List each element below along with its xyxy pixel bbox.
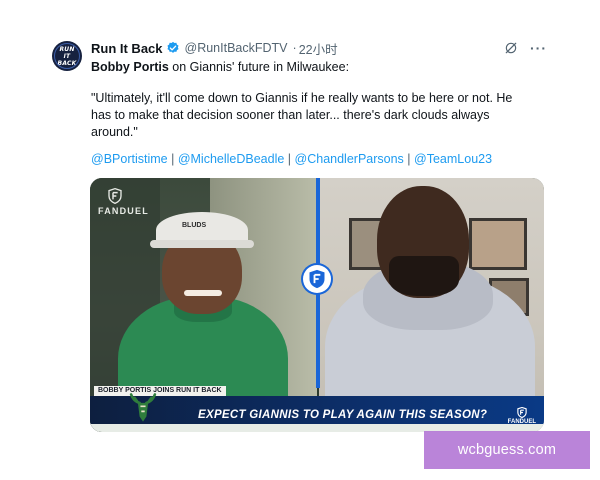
mention-link[interactable]: @TeamLou23	[414, 152, 492, 166]
tweet-card: RUN IT BACK Run It Back @RunItBackFDTV ·…	[0, 0, 600, 480]
fanduel-logo: FANDUEL	[98, 188, 149, 216]
host-beard	[389, 256, 459, 296]
guest-cap-brim	[150, 240, 254, 248]
headline-text: EXPECT GIANNIS TO PLAY AGAIN THIS SEASON…	[198, 409, 488, 421]
handle[interactable]: @RunItBackFDTV	[185, 41, 288, 55]
tweet-header: Run It Back @RunItBackFDTV · 22小时	[91, 39, 338, 58]
tweet-actions-top: ···	[504, 40, 547, 56]
mention-link[interactable]: @BPortistime	[91, 152, 168, 166]
tweet-intro: Bobby Portis on Giannis' future in Milwa…	[91, 60, 349, 74]
center-fanduel-badge	[303, 265, 331, 293]
display-name[interactable]: Run It Back	[91, 41, 163, 56]
cap-logo-text: BLUDS	[182, 222, 207, 229]
site-watermark: wcbguess.com	[424, 431, 590, 469]
fanduel-shield-icon	[108, 188, 122, 204]
subject-name: Bobby Portis	[91, 60, 169, 74]
corner-fanduel-logo: FANDUEL	[508, 407, 536, 425]
fanduel-shield-icon	[517, 407, 527, 418]
account-avatar[interactable]: RUN IT BACK	[52, 41, 82, 71]
watermark-text: wcbguess.com	[457, 442, 557, 458]
guest-smile	[184, 290, 222, 296]
lower-third: BOBBY PORTIS JOINS RUN IT BACK EXPECT GI…	[90, 386, 544, 432]
mention-separator: |	[171, 152, 175, 166]
mentions-line: @BPortistime | @MichelleDBeadle | @Chand…	[91, 152, 492, 166]
subject-rest: on Giannis' future in Milwaukee:	[168, 60, 350, 74]
video-media[interactable]: BLUDS FANDUEL BOBBY PORTIS JOINS RUN IT …	[90, 178, 544, 432]
tweet-quote: "Ultimately, it'll come down to Giannis …	[91, 91, 513, 139]
mention-separator: |	[407, 152, 411, 166]
mention-separator: |	[287, 152, 292, 166]
more-dots-icon[interactable]: ···	[530, 40, 547, 56]
mention-link[interactable]: @ChandlerParsons	[295, 152, 404, 166]
mention-link[interactable]: @MichelleDBeadle	[178, 152, 285, 166]
verified-badge-icon	[166, 41, 179, 53]
bucks-logo-icon	[129, 393, 157, 422]
timestamp[interactable]: 22小时	[299, 39, 338, 58]
fanduel-shield-icon	[309, 269, 325, 289]
fanduel-logo-text: FANDUEL	[98, 206, 149, 216]
avatar-ring	[54, 43, 80, 69]
grok-icon[interactable]	[504, 41, 518, 55]
handle-dot: ·	[292, 41, 297, 55]
